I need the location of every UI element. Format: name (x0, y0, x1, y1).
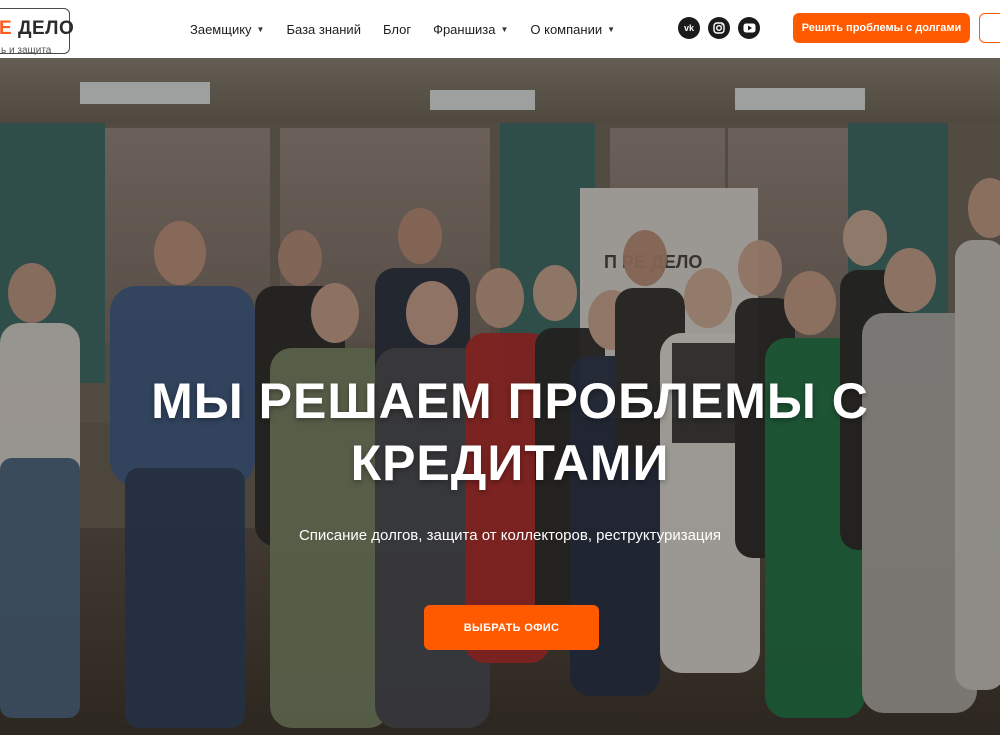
nav-label: Блог (382, 21, 412, 37)
logo-text: Е ДЕЛО (0, 18, 74, 40)
caret-down-icon: ▼ (256, 24, 265, 34)
nav-label: База знаний (286, 21, 361, 37)
vk-icon-text: vk (683, 23, 694, 33)
logo-word: ДЕЛО (17, 18, 75, 39)
hero-title-line-1: МЫ РЕШАЕМ ПРОБЛЕМЫ С (151, 373, 869, 429)
nav-label: О компании (530, 21, 603, 37)
nav-item-borrower[interactable]: Заемщику ▼ (190, 22, 264, 37)
site-header: Е ДЕЛО ь и защита Заемщику ▼ База знаний … (0, 0, 1000, 58)
choose-office-button[interactable]: ВЫБРАТЬ ОФИС (424, 605, 599, 650)
vk-icon[interactable]: vk (678, 17, 700, 39)
youtube-glyph (743, 23, 755, 33)
caret-down-icon: ▼ (607, 24, 616, 34)
caret-down-icon: ▼ (500, 24, 509, 34)
hero-title-line-2: КРЕДИТАМИ (350, 435, 670, 491)
company-logo[interactable]: Е ДЕЛО ь и защита (0, 8, 74, 56)
nav-label: Заемщику (190, 21, 252, 37)
nav-item-franchise[interactable]: Франшиза ▼ (433, 22, 508, 37)
instagram-glyph (713, 22, 725, 34)
solve-debt-problems-button[interactable]: Решить проблемы с долгами (793, 13, 970, 43)
youtube-icon[interactable] (738, 17, 760, 39)
logo-tagline: ь и защита (1, 45, 52, 56)
secondary-button-partial[interactable] (979, 13, 1000, 43)
nav-item-blog[interactable]: Блог (383, 22, 411, 37)
nav-label: Франшиза (433, 21, 496, 37)
hero-subtitle: Списание долгов, защита от коллекторов, … (298, 527, 722, 544)
instagram-icon[interactable] (708, 17, 730, 39)
social-links: vk (678, 17, 768, 39)
main-nav: Заемщику ▼ База знаний Блог Франшиза ▼ О к… (190, 0, 637, 58)
logo-accent-letter: Е (0, 18, 13, 39)
hero-section: П РЕ ДЕЛО (0, 58, 1000, 735)
nav-item-about[interactable]: О компании ▼ (530, 22, 615, 37)
nav-item-knowledge-base[interactable]: База знаний (286, 22, 361, 37)
hero-title: МЫ РЕШАЕМ ПРОБЛЕМЫ С КРЕДИТАМИ (100, 370, 920, 494)
